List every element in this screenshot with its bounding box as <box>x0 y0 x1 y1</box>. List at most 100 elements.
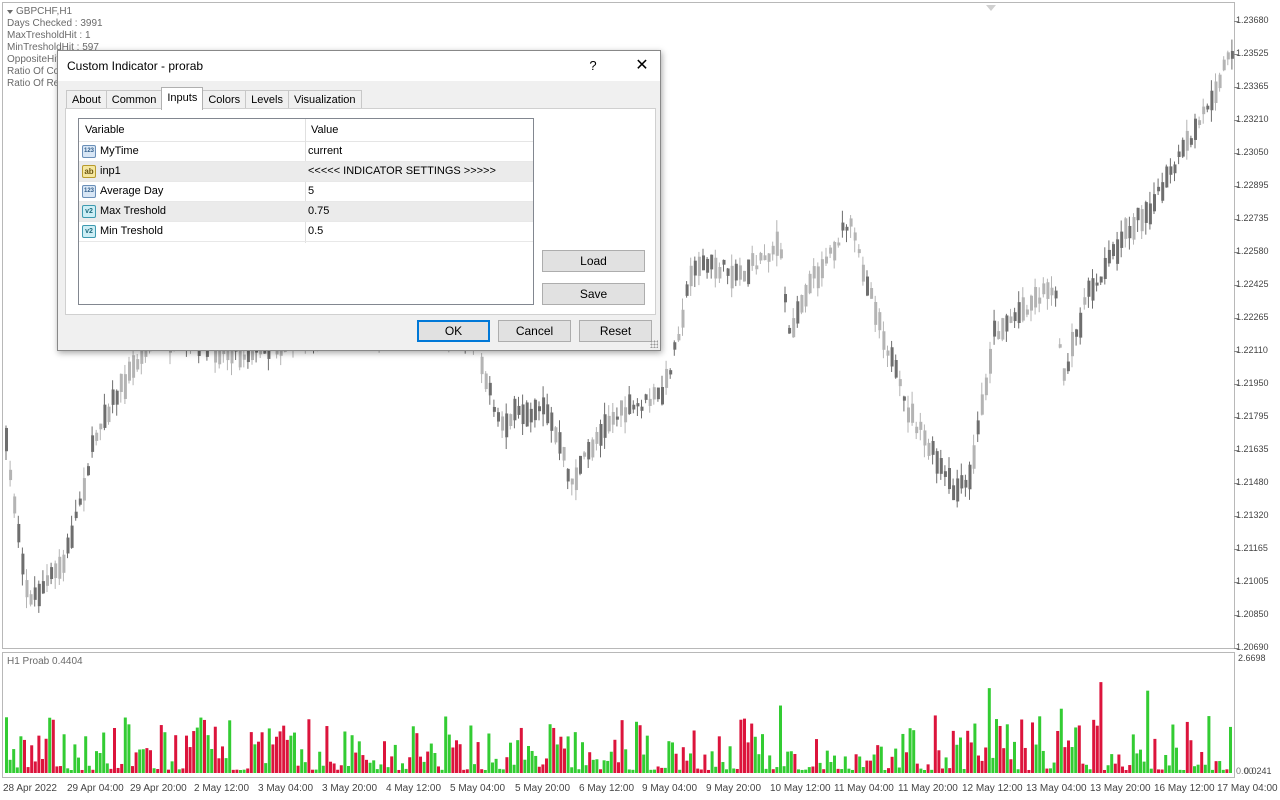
histogram-bar-green <box>95 751 98 773</box>
histogram-bar-red <box>876 745 880 773</box>
cancel-button[interactable]: Cancel <box>498 320 571 342</box>
histogram-bar-green <box>879 746 883 773</box>
candle-body <box>1021 297 1025 321</box>
symbol-header[interactable]: GBPCHF,H1 <box>7 6 103 18</box>
ok-button[interactable]: OK <box>417 320 490 342</box>
collapse-triangle-icon[interactable] <box>7 10 13 14</box>
tab-visualization[interactable]: Visualization <box>287 90 362 110</box>
chart-shift-marker[interactable] <box>986 5 996 11</box>
histogram-bar-green <box>782 766 786 773</box>
candle-body <box>730 265 734 289</box>
histogram-bar-green <box>872 754 876 773</box>
time-tick: 13 May 20:00 <box>1090 783 1151 794</box>
candle-body <box>874 301 878 325</box>
column-header-variable[interactable]: Variable <box>85 124 125 136</box>
candle-body <box>1177 151 1181 158</box>
param-row[interactable]: v2 Min Treshold 0.5 <box>79 222 533 242</box>
param-value[interactable]: <<<<< INDICATOR SETTINGS >>>>> <box>308 165 496 177</box>
histogram-bar-red <box>926 764 930 773</box>
candle-body <box>242 354 246 360</box>
resize-grip-icon[interactable] <box>650 340 658 348</box>
histogram-bar-green <box>422 761 426 773</box>
histogram-bar-red <box>771 769 775 773</box>
candle-body <box>677 334 681 341</box>
candle-body <box>37 583 41 607</box>
histogram-bar-red <box>1009 759 1013 773</box>
inputs-grid[interactable]: Variable Value 123 MyTime current ab inp… <box>78 118 534 305</box>
histogram-bar-green <box>843 756 847 773</box>
candle-body <box>706 258 710 273</box>
histogram-bar-green <box>375 769 379 773</box>
candle-body <box>1091 278 1095 301</box>
candle-body <box>845 226 849 231</box>
tab-levels[interactable]: Levels <box>245 90 289 110</box>
candle-body <box>136 359 140 370</box>
param-value[interactable]: 0.75 <box>308 205 329 217</box>
tab-inputs[interactable]: Inputs <box>161 87 204 110</box>
candle-body <box>1124 218 1128 239</box>
histogram-bar-red <box>1200 751 1204 773</box>
histogram-bar-green <box>267 728 271 773</box>
histogram-bar-green <box>667 741 671 773</box>
candle-body <box>1222 59 1226 71</box>
histogram-bar-green <box>1207 716 1211 773</box>
column-header-value[interactable]: Value <box>311 124 338 136</box>
indicator-subwindow[interactable]: H1 Proab 0.4404 <box>2 652 1235 778</box>
param-value[interactable]: current <box>308 145 342 157</box>
dialog-titlebar[interactable]: Custom Indicator - prorab ? ✕ <box>58 51 660 81</box>
reset-button[interactable]: Reset <box>579 320 652 342</box>
price-tick: 1.21165 <box>1234 543 1268 553</box>
candle-body <box>722 259 726 265</box>
histogram-bar-red <box>1117 754 1121 773</box>
candle-body <box>870 288 874 299</box>
histogram-bar-green <box>123 717 127 773</box>
candle-body <box>558 432 562 454</box>
price-tick: 1.20690 <box>1234 642 1269 652</box>
price-tick: 1.21795 <box>1234 411 1269 421</box>
histogram-bar-red <box>699 769 703 773</box>
help-button[interactable]: ? <box>577 51 609 81</box>
candle-body <box>689 265 693 287</box>
histogram-bar-red <box>1023 747 1027 773</box>
indicator-axis[interactable]: 2.6698 0.00 0.0241 <box>1236 652 1280 778</box>
candle-body <box>1128 225 1132 239</box>
tab-common[interactable]: Common <box>105 90 163 110</box>
candle-body <box>984 377 988 396</box>
histogram-bar-red <box>235 769 239 773</box>
candle-body <box>1038 297 1042 304</box>
param-row[interactable]: 123 MyTime current <box>79 142 533 162</box>
param-row[interactable]: ab inp1 <<<<< INDICATOR SETTINGS >>>>> <box>79 162 533 182</box>
custom-indicator-dialog[interactable]: Custom Indicator - prorab ? ✕ About Comm… <box>57 50 661 351</box>
time-axis[interactable]: 28 Apr 2022 29 Apr 04:00 29 Apr 20:00 2 … <box>0 779 1278 800</box>
histogram-bar-red <box>905 752 908 773</box>
histogram-bar-green <box>883 769 887 773</box>
tab-colors[interactable]: Colors <box>202 90 247 110</box>
candle-body <box>1046 282 1050 299</box>
histogram-bar-red <box>1002 748 1006 773</box>
tab-about[interactable]: About <box>66 90 107 110</box>
load-button[interactable]: Load <box>542 250 645 272</box>
param-row[interactable]: 123 Average Day 5 <box>79 182 533 202</box>
histogram-bar-green <box>606 760 610 773</box>
close-icon[interactable]: ✕ <box>624 51 660 81</box>
histogram-bar-green <box>314 769 318 773</box>
histogram-bar-green <box>581 742 584 773</box>
price-axis[interactable]: 1.23680 1.23525 1.23365 1.23210 1.23050 … <box>1234 2 1280 652</box>
param-value[interactable]: 0.5 <box>308 225 323 237</box>
histogram-bar-green <box>1013 741 1016 773</box>
histogram-bar-green <box>527 745 530 773</box>
candle-body <box>841 222 845 231</box>
param-row[interactable]: v2 Max Treshold 0.75 <box>79 202 533 222</box>
candle-body <box>681 309 685 328</box>
param-value[interactable]: 5 <box>308 185 314 197</box>
candle-body <box>997 331 1001 339</box>
save-button[interactable]: Save <box>542 283 645 305</box>
grid-header: Variable Value <box>79 119 533 142</box>
time-tick: 29 Apr 04:00 <box>67 783 124 794</box>
histogram-bar-green <box>807 767 811 773</box>
candle-body <box>230 350 234 364</box>
candle-body <box>115 390 119 405</box>
candle-body <box>956 478 960 502</box>
histogram-bar-green <box>516 740 520 773</box>
candle-body <box>755 265 759 270</box>
